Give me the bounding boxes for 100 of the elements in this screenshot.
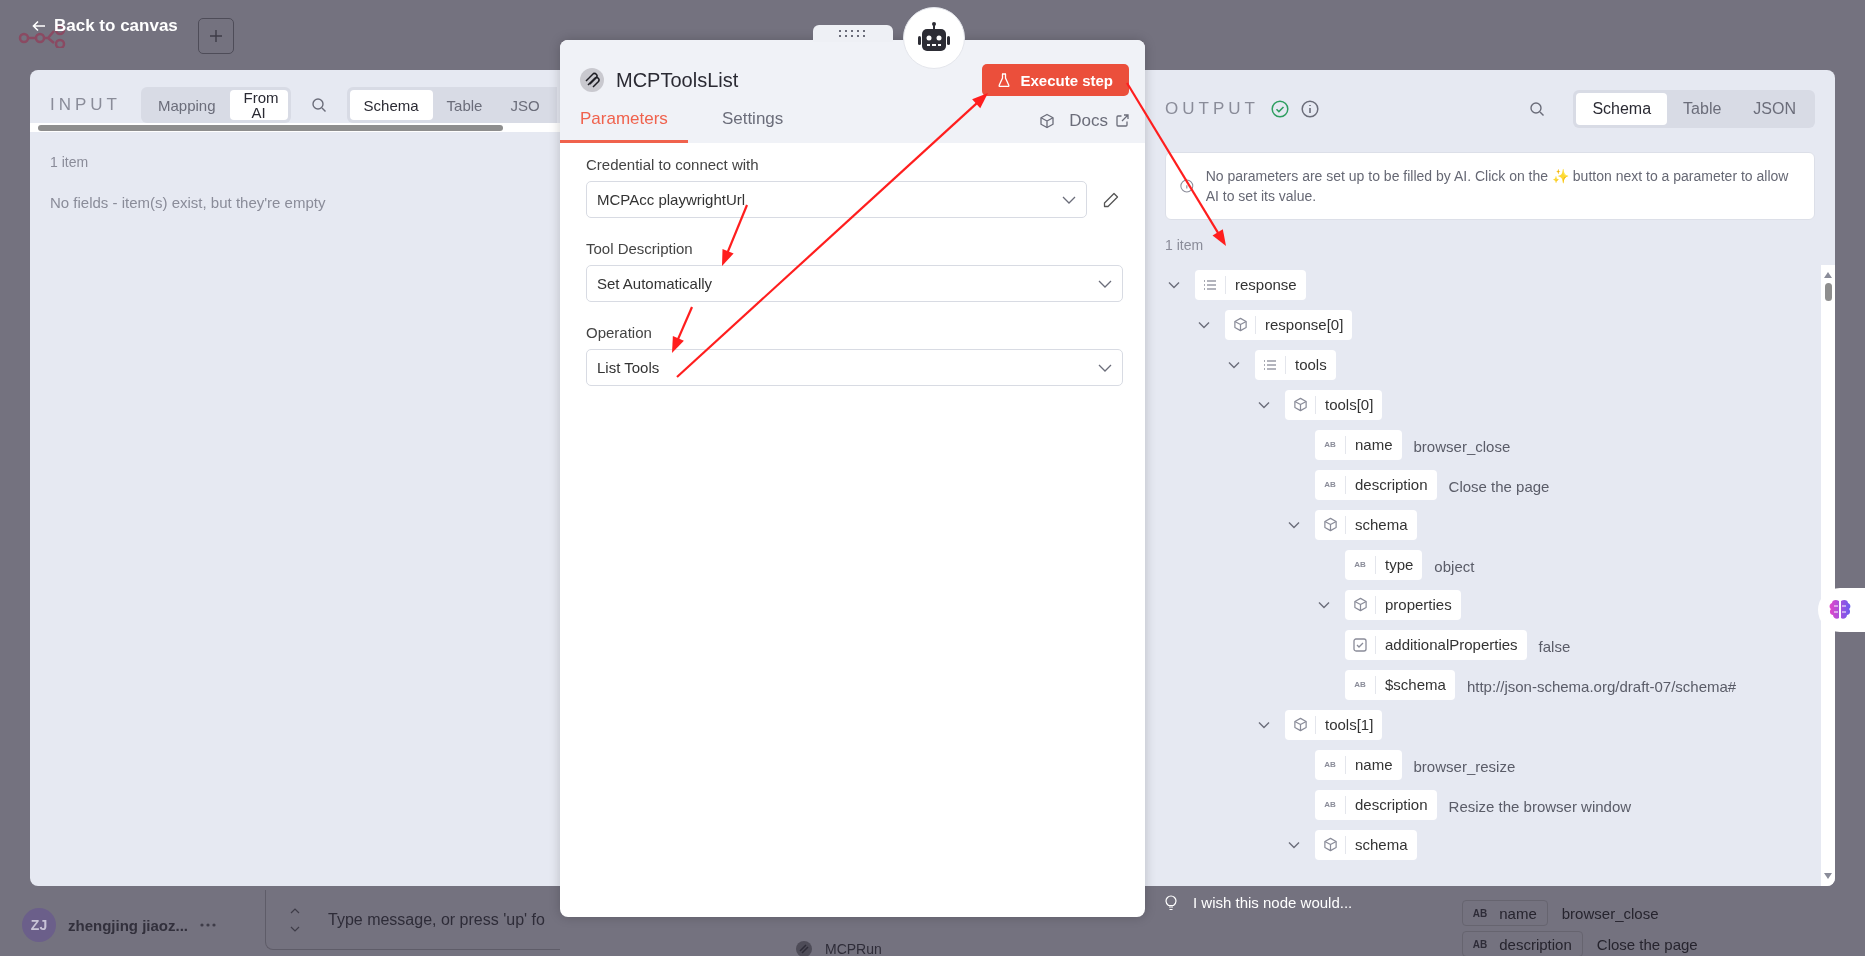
field-chip[interactable]: schema: [1315, 509, 1417, 540]
field-label: Operation: [586, 324, 653, 341]
view-tab[interactable]: Schema: [1576, 93, 1668, 125]
node-title: MCPToolsList: [616, 68, 740, 92]
field-chip[interactable]: AB description: [1315, 469, 1437, 500]
field-name: description: [1354, 796, 1429, 814]
field-chip[interactable]: AB description: [1315, 789, 1437, 820]
execute-step-button[interactable]: Execute step: [982, 64, 1129, 96]
cube-icon[interactable]: [1039, 112, 1056, 129]
field-chip[interactable]: schema: [1315, 829, 1417, 860]
feedback-link[interactable]: I wish this node would...: [1165, 894, 1353, 911]
cube-icon: [1292, 397, 1308, 413]
notice-text: No parameters are set up to be filled by AI. Click on the ✨ button next to a parameter to allow AI to set its value.: [1205, 167, 1790, 207]
robot-icon: [916, 22, 952, 54]
dropdown-field[interactable]: MCPAcc playwrightUrl: [586, 181, 1087, 218]
field-value: http://json-schema.org/draft-07/schema#: [1466, 677, 1737, 696]
node-tab[interactable]: Settings: [701, 98, 804, 143]
chevron-icon: [1098, 279, 1112, 288]
mode-tab[interactable]: From AI: [229, 90, 288, 120]
field-name: properties: [1384, 596, 1453, 614]
field-chip[interactable]: AB name: [1315, 749, 1402, 780]
horizontal-scrollbar[interactable]: [30, 123, 560, 132]
checkbox-icon: [1353, 637, 1367, 652]
field-chip[interactable]: AB name: [1315, 429, 1402, 460]
back-to-canvas-link[interactable]: Back to canvas: [32, 16, 178, 36]
field-value: Close the page: [1596, 935, 1698, 953]
field-chip[interactable]: AB $schema: [1345, 669, 1455, 700]
field-name: response: [1234, 276, 1298, 294]
text-type-icon: AB: [1472, 907, 1488, 919]
field-name: description: [1499, 935, 1572, 953]
field-name: response[0]: [1264, 316, 1345, 334]
field-name: tools[1]: [1324, 716, 1375, 734]
scroll-thumb[interactable]: [1824, 282, 1832, 301]
field-chip[interactable]: response: [1195, 269, 1306, 300]
field-chip[interactable]: properties: [1345, 589, 1461, 620]
text-type-icon: AB: [1324, 480, 1336, 490]
dropdown-field[interactable]: List Tools: [586, 349, 1123, 386]
panel-title: OUTPUT: [1165, 99, 1259, 119]
field-name: tools[0]: [1324, 396, 1375, 414]
field-name: schema: [1354, 516, 1409, 534]
field-chip[interactable]: additionalProperties: [1345, 629, 1527, 660]
field-name: description: [1354, 476, 1429, 494]
ai-assistant-button[interactable]: [1818, 588, 1865, 632]
text-type-icon: AB: [1324, 800, 1336, 810]
field-name: type: [1384, 556, 1415, 574]
view-tab[interactable]: JSO: [496, 90, 554, 120]
field-value: browser_close: [1413, 437, 1511, 456]
add-button[interactable]: [198, 18, 234, 54]
cube-icon: [1292, 717, 1308, 733]
empty-message: No fields - item(s) exist, but they're empty: [50, 194, 327, 211]
field-name: additionalProperties: [1384, 636, 1519, 654]
view-tab[interactable]: Schema: [349, 90, 433, 120]
plus-icon: [209, 29, 223, 43]
cube-icon: [1232, 317, 1248, 333]
text-type-icon: AB: [1354, 560, 1366, 570]
field-chip[interactable]: AB type: [1345, 549, 1423, 580]
scroll-down-icon[interactable]: [1823, 872, 1833, 880]
field-name: name: [1499, 904, 1537, 922]
field-chip[interactable]: tools[0]: [1285, 389, 1383, 420]
field-value: Resize the browser window: [1448, 797, 1632, 816]
text-type-icon: AB: [1324, 440, 1336, 450]
lightbulb-icon: [1165, 894, 1177, 911]
scroll-up-icon[interactable]: [1823, 270, 1833, 279]
search-icon[interactable]: [1529, 101, 1546, 117]
view-tab[interactable]: Table: [432, 90, 497, 120]
mode-tab[interactable]: Mapping: [144, 90, 230, 120]
field-chip[interactable]: response[0]: [1225, 309, 1353, 340]
node-label: MCPRun: [825, 941, 882, 956]
text-type-icon: AB: [1354, 680, 1366, 690]
arrow-left-icon: [32, 20, 46, 32]
docs-link[interactable]: Docs: [1069, 110, 1129, 131]
field-value: false: [1538, 637, 1571, 656]
user-name: zhengjing jiaoz...: [68, 916, 188, 934]
field-value: browser_close: [1561, 904, 1659, 922]
node-type-icon: [580, 68, 604, 92]
history-arrows-icon: [290, 906, 300, 933]
field-name: tools: [1294, 356, 1328, 374]
field-name: schema: [1354, 836, 1409, 854]
field-value: Close the page: [1448, 477, 1550, 496]
chevron-icon: [1098, 363, 1112, 372]
pencil-icon[interactable]: [1103, 191, 1119, 208]
list-icon: [1263, 358, 1277, 371]
brain-icon: [1828, 599, 1852, 621]
view-tab[interactable]: Table: [1667, 93, 1738, 125]
field-value: browser_resize: [1413, 757, 1516, 776]
drag-handle[interactable]: [813, 25, 893, 42]
search-icon[interactable]: [310, 97, 327, 113]
field-chip[interactable]: tools[1]: [1285, 709, 1383, 740]
dropdown-field[interactable]: Set Automatically: [586, 265, 1123, 302]
cube-icon: [1352, 597, 1368, 613]
more-icon[interactable]: [200, 923, 216, 927]
flask-icon: [998, 73, 1011, 87]
scroll-thumb[interactable]: [38, 124, 503, 131]
info-icon[interactable]: [1300, 100, 1319, 118]
field-name: name: [1354, 436, 1394, 454]
view-tab[interactable]: JSON: [1737, 93, 1812, 125]
cube-icon: [1322, 517, 1338, 533]
field-chip[interactable]: tools: [1255, 349, 1336, 380]
chevron-icon: [1062, 195, 1076, 204]
vertical-scrollbar[interactable]: [1821, 264, 1835, 886]
